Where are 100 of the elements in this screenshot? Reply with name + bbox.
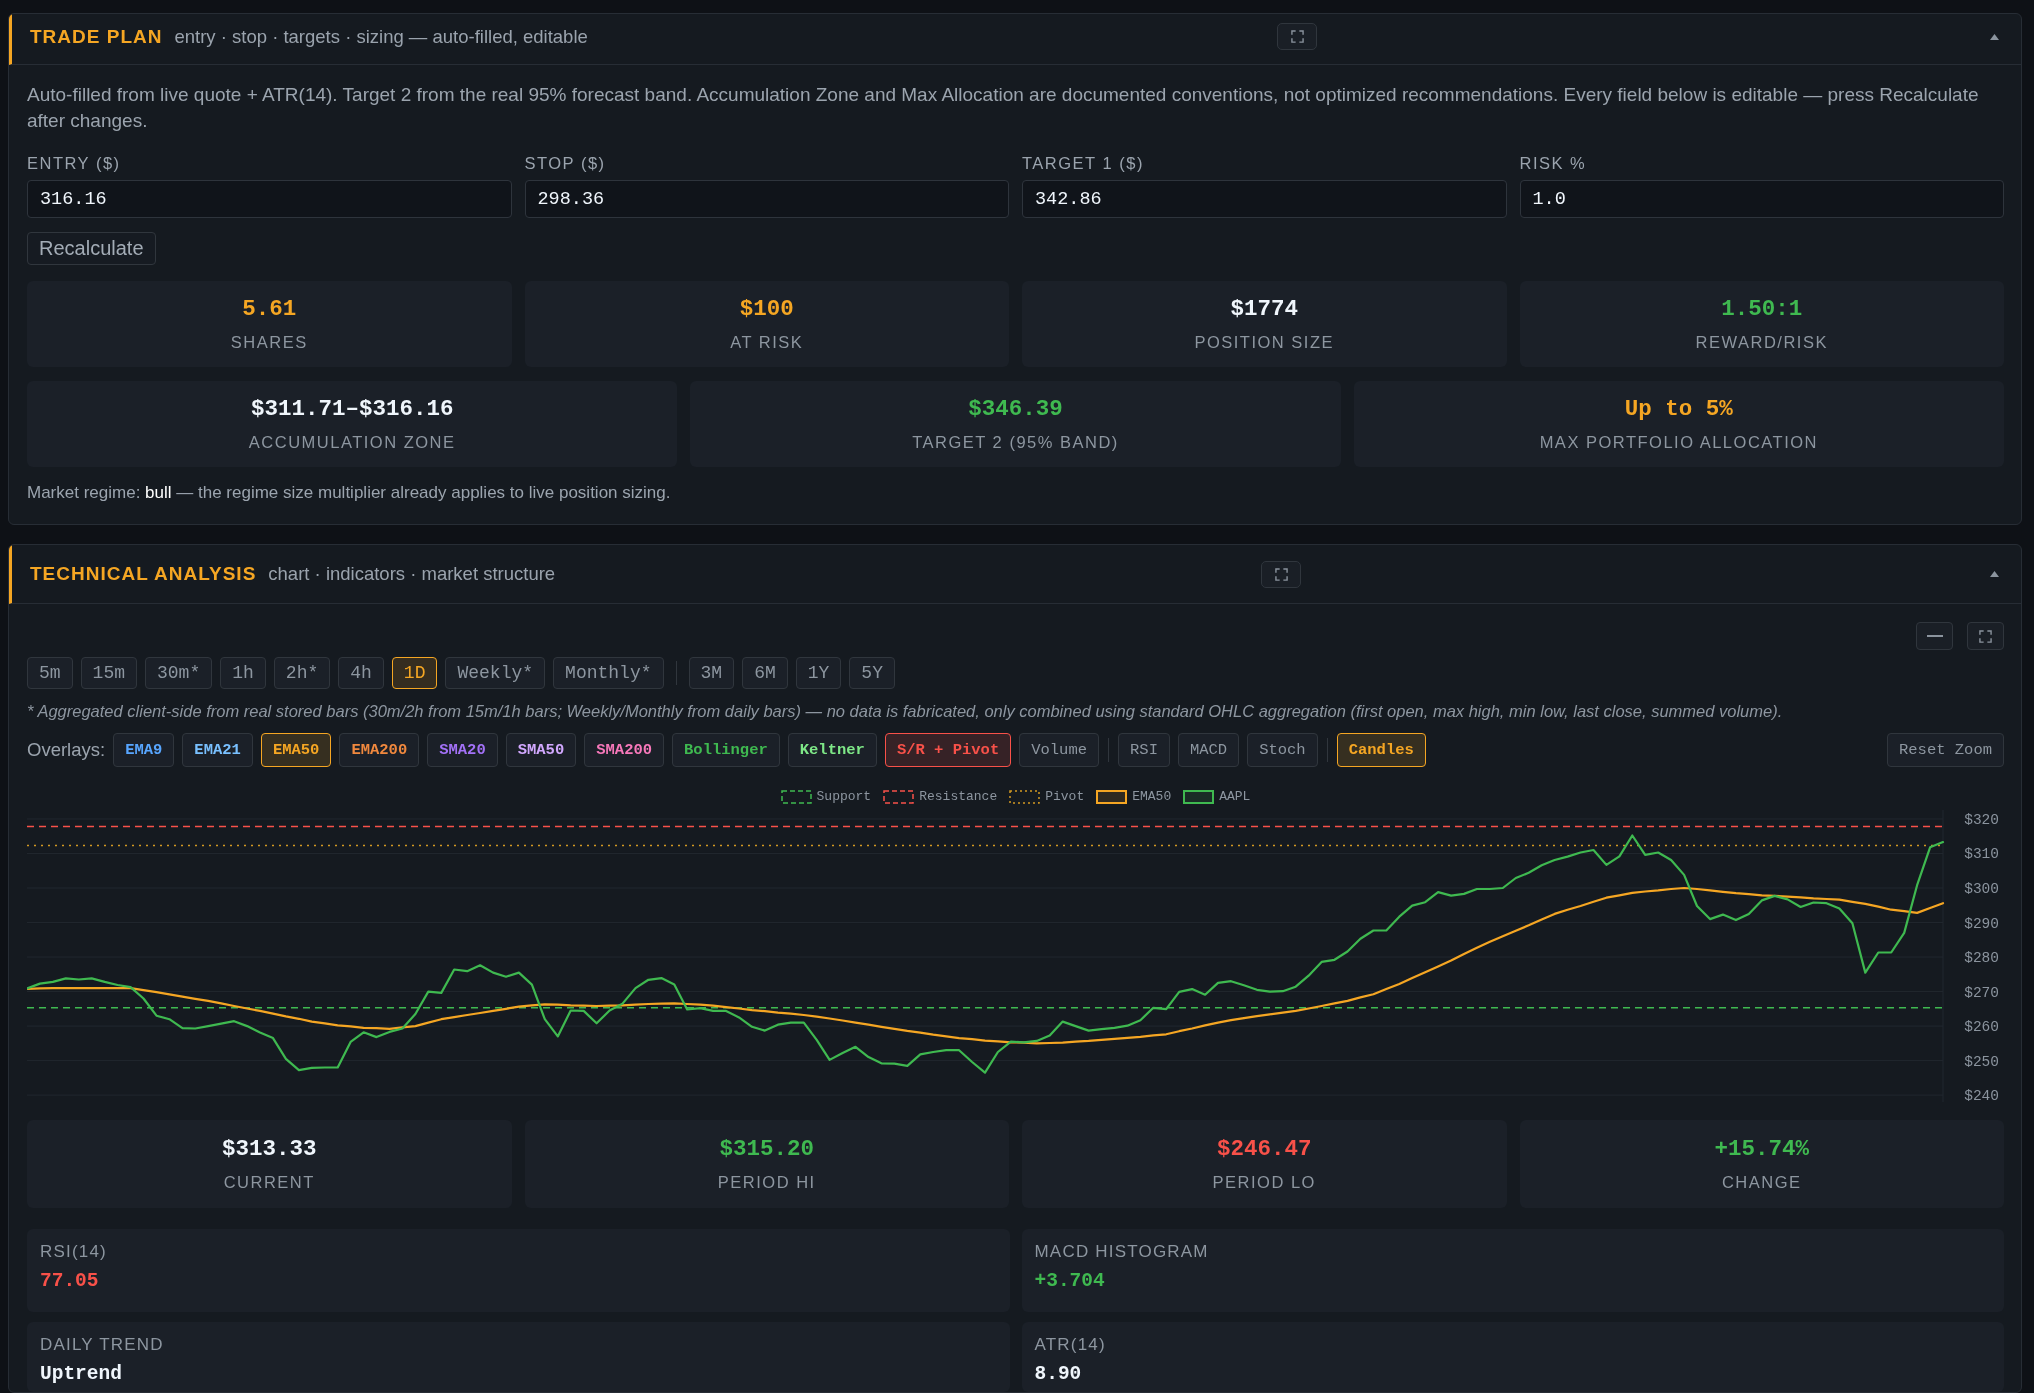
indicator-value: 8.90 [1034,1362,1083,1387]
legend-label: Support [816,788,872,806]
axis-label: $280 [1964,950,1999,967]
stat-value: $246.47 [1217,1135,1312,1163]
field-label: ENTRY ($) [27,153,122,174]
overlay-button[interactable]: Candles [1336,733,1426,767]
description-text: Auto-filled from live quote + ATR(14). Target 2 from the real 95% forecast band. Accumulation Zone and Max Allocation are documented conventions, not optimized recommendations. Every field below is editable — press Recalculate after changes. [27,83,1980,133]
stat-label: TARGET 2 (95% BAND) [912,432,1119,453]
indicator-value: 77.05 [40,1269,100,1294]
axis-label: $300 [1964,881,1999,897]
overlay-button[interactable]: EMA50 [260,733,332,767]
stat-value: 1.50:1 [1721,295,1803,323]
timeframe-button[interactable]: Weekly* [445,657,546,689]
recalculate-button[interactable]: Recalculate [27,232,156,265]
overlay-button[interactable]: S/R + Pivot [884,733,1012,767]
minimize-button[interactable] [1916,622,1953,650]
stat-label: REWARD/RISK [1695,332,1828,353]
legend-swatch-icon [1183,790,1215,804]
stat-label: POSITION SIZE [1194,332,1335,353]
overlay-button[interactable]: MACD [1177,733,1240,767]
legend-swatch-icon [1009,790,1041,804]
input-field[interactable]: 342.86 [1022,180,1507,218]
stat-value: $313.33 [222,1135,317,1163]
indicator-label: DAILY TREND [40,1334,165,1356]
timeframe-button[interactable]: Monthly* [553,657,664,689]
overlay-button[interactable]: Volume [1019,733,1100,767]
overlay-button[interactable]: SMA20 [427,733,498,767]
expand-icon [1274,567,1288,581]
legend-swatch-icon [883,790,915,804]
caret-icon[interactable] [1990,33,1999,40]
indicator-label: RSI(14) [40,1241,108,1263]
field-label: RISK % [1519,153,1588,174]
timeframe-button[interactable]: 1D [391,657,438,689]
axis-label: $320 [1964,811,1999,828]
panel-subtitle: entry · stop · targets · sizing — auto-filled, editable [174,25,588,48]
timeframe-button[interactable]: 6M [742,657,788,689]
input-field[interactable]: 316.16 [27,180,512,218]
timeframe-button[interactable]: 4h [338,657,384,689]
stat-label: CHANGE [1721,1172,1802,1193]
minus-icon [1926,635,1943,637]
overlay-button[interactable]: Bollinger [672,733,780,767]
overlays-label: Overlays: [27,739,106,761]
expand-icon [1290,30,1304,43]
overlay-button[interactable]: Stoch [1247,733,1318,767]
timeframe-button[interactable]: 1Y [795,657,842,689]
reset-zoom-button[interactable]: Reset Zoom [1887,733,2004,767]
input-field[interactable]: 1.0 [1519,180,2004,218]
expand-button[interactable] [1967,622,2004,650]
timeframe-button[interactable]: 5m [27,657,73,689]
stat-label: MAX PORTFOLIO ALLOCATION [1539,432,1818,453]
timeframe-button[interactable]: 15m [80,657,137,689]
stat-value: +15.74% [1714,1135,1809,1163]
panel-subtitle: chart · indicators · market structure [268,563,556,585]
overlay-button[interactable]: RSI [1118,733,1170,767]
stat-value: $315.20 [719,1135,814,1163]
panel-title: TRADE PLAN [30,25,163,48]
aggregation-note: * Aggregated client-side from real stored bars (30m/2h from 15m/1h bars; Weekly/Monthly from daily bars) — no data is fabricated, only combined using standard OHLC aggregation (first open, max high, min low, last close, summed volume). [27,701,1784,722]
stat-value: $311.71–$316.16 [250,395,454,423]
legend-swatch-icon [780,790,812,804]
stat-value: $100 [739,295,794,323]
indicator-label: ATR(14) [1034,1334,1107,1356]
expand-icon [1979,629,1992,643]
axis-label: $260 [1964,1019,1999,1036]
stat-label: CURRENT [223,1172,315,1193]
legend-label: Resistance [919,788,998,806]
timeframe-button[interactable]: 30m* [145,657,213,689]
stat-label: AT RISK [730,332,804,353]
indicator-value: +3.704 [1034,1269,1106,1294]
overlay-button[interactable]: Keltner [787,733,877,767]
stat-value: $1774 [1230,295,1298,323]
regime-note: Market regime: bull — the regime size multiplier already applies to live position sizing. [27,482,672,504]
input-field[interactable]: 298.36 [524,180,1009,218]
caret-icon[interactable] [1990,571,1999,577]
axis-label: $290 [1964,915,1999,932]
timeframe-button[interactable]: 2h* [273,657,331,689]
legend-label: AAPL [1219,788,1251,806]
overlay-button[interactable]: SMA50 [505,733,577,767]
timeframe-button[interactable]: 1h [220,657,266,689]
legend-label: EMA50 [1132,788,1172,806]
indicator-label: MACD HISTOGRAM [1034,1241,1210,1263]
stat-value: $346.39 [968,395,1063,423]
stat-label: PERIOD LO [1212,1172,1316,1193]
stat-label: SHARES [230,332,308,353]
expand-button[interactable] [1277,23,1317,50]
field-label: TARGET 1 ($) [1022,153,1145,174]
timeframe-button[interactable]: 3M [688,657,735,689]
expand-button[interactable] [1261,560,1301,588]
axis-label: $240 [1964,1088,1999,1102]
overlay-button[interactable]: EMA200 [339,733,420,767]
indicator-value: Uptrend [40,1362,123,1387]
stat-label: ACCUMULATION ZONE [248,432,456,453]
timeframe-button[interactable]: 5Y [849,657,895,689]
legend-swatch-icon [1096,790,1128,804]
axis-label: $250 [1964,1053,1999,1070]
stat-value: Up to 5% [1624,395,1733,423]
field-label: STOP ($) [524,153,607,174]
axis-label: $270 [1964,984,1999,1001]
overlay-button[interactable]: EMA9 [113,733,175,767]
overlay-button[interactable]: EMA21 [182,733,253,767]
overlay-button[interactable]: SMA200 [584,733,665,767]
